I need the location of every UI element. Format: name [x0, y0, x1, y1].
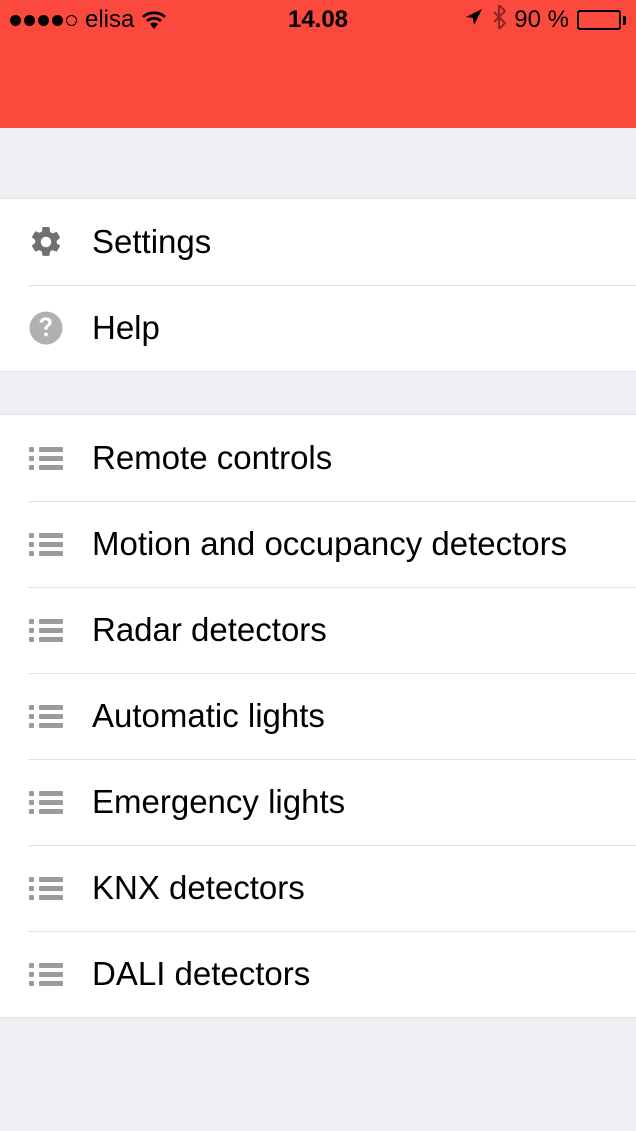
clock: 14.08 — [288, 6, 348, 34]
menu-item-label: Radar detectors — [92, 611, 327, 649]
menu-item-label: Automatic lights — [92, 697, 325, 735]
list-icon — [28, 956, 64, 992]
menu-item-label: KNX detectors — [92, 869, 305, 907]
battery-percent: 90 % — [514, 6, 569, 34]
list-icon — [28, 784, 64, 820]
list-icon — [28, 698, 64, 734]
list-icon — [28, 612, 64, 648]
menu-item-label: DALI detectors — [92, 955, 310, 993]
location-icon — [464, 6, 484, 34]
menu-item-label: Motion and occupancy detectors — [92, 525, 567, 563]
status-bar: elisa 14.08 90 % — [0, 0, 636, 40]
list-icon — [28, 870, 64, 906]
menu-item-label: Settings — [92, 223, 211, 261]
menu-item-automatic-lights[interactable]: Automatic lights — [0, 673, 636, 759]
list-icon — [28, 526, 64, 562]
menu-item-dali-detectors[interactable]: DALI detectors — [0, 931, 636, 1017]
menu-item-radar-detectors[interactable]: Radar detectors — [0, 587, 636, 673]
list-icon — [28, 440, 64, 476]
menu-item-remote-controls[interactable]: Remote controls — [0, 415, 636, 501]
status-left: elisa — [10, 6, 166, 34]
menu-item-label: Help — [92, 309, 160, 347]
gear-icon — [28, 224, 64, 260]
menu-item-settings[interactable]: Settings — [0, 199, 636, 285]
menu-item-knx-detectors[interactable]: KNX detectors — [0, 845, 636, 931]
status-right: 90 % — [464, 5, 626, 36]
menu-item-label: Emergency lights — [92, 783, 345, 821]
signal-strength-icon — [10, 15, 77, 26]
wifi-icon — [142, 11, 166, 29]
menu-item-emergency-lights[interactable]: Emergency lights — [0, 759, 636, 845]
menu-item-motion-occupancy[interactable]: Motion and occupancy detectors — [0, 501, 636, 587]
battery-icon — [577, 10, 626, 30]
nav-header — [0, 40, 636, 128]
bluetooth-icon — [492, 5, 506, 36]
menu-item-help[interactable]: Help — [0, 285, 636, 371]
menu-section-categories: Remote controls Motion and occupancy det… — [0, 414, 636, 1018]
menu-section-top: Settings Help — [0, 198, 636, 372]
carrier-label: elisa — [85, 6, 134, 34]
section-spacer — [0, 128, 636, 198]
section-spacer — [0, 372, 636, 414]
question-icon — [28, 310, 64, 346]
menu-item-label: Remote controls — [92, 439, 332, 477]
